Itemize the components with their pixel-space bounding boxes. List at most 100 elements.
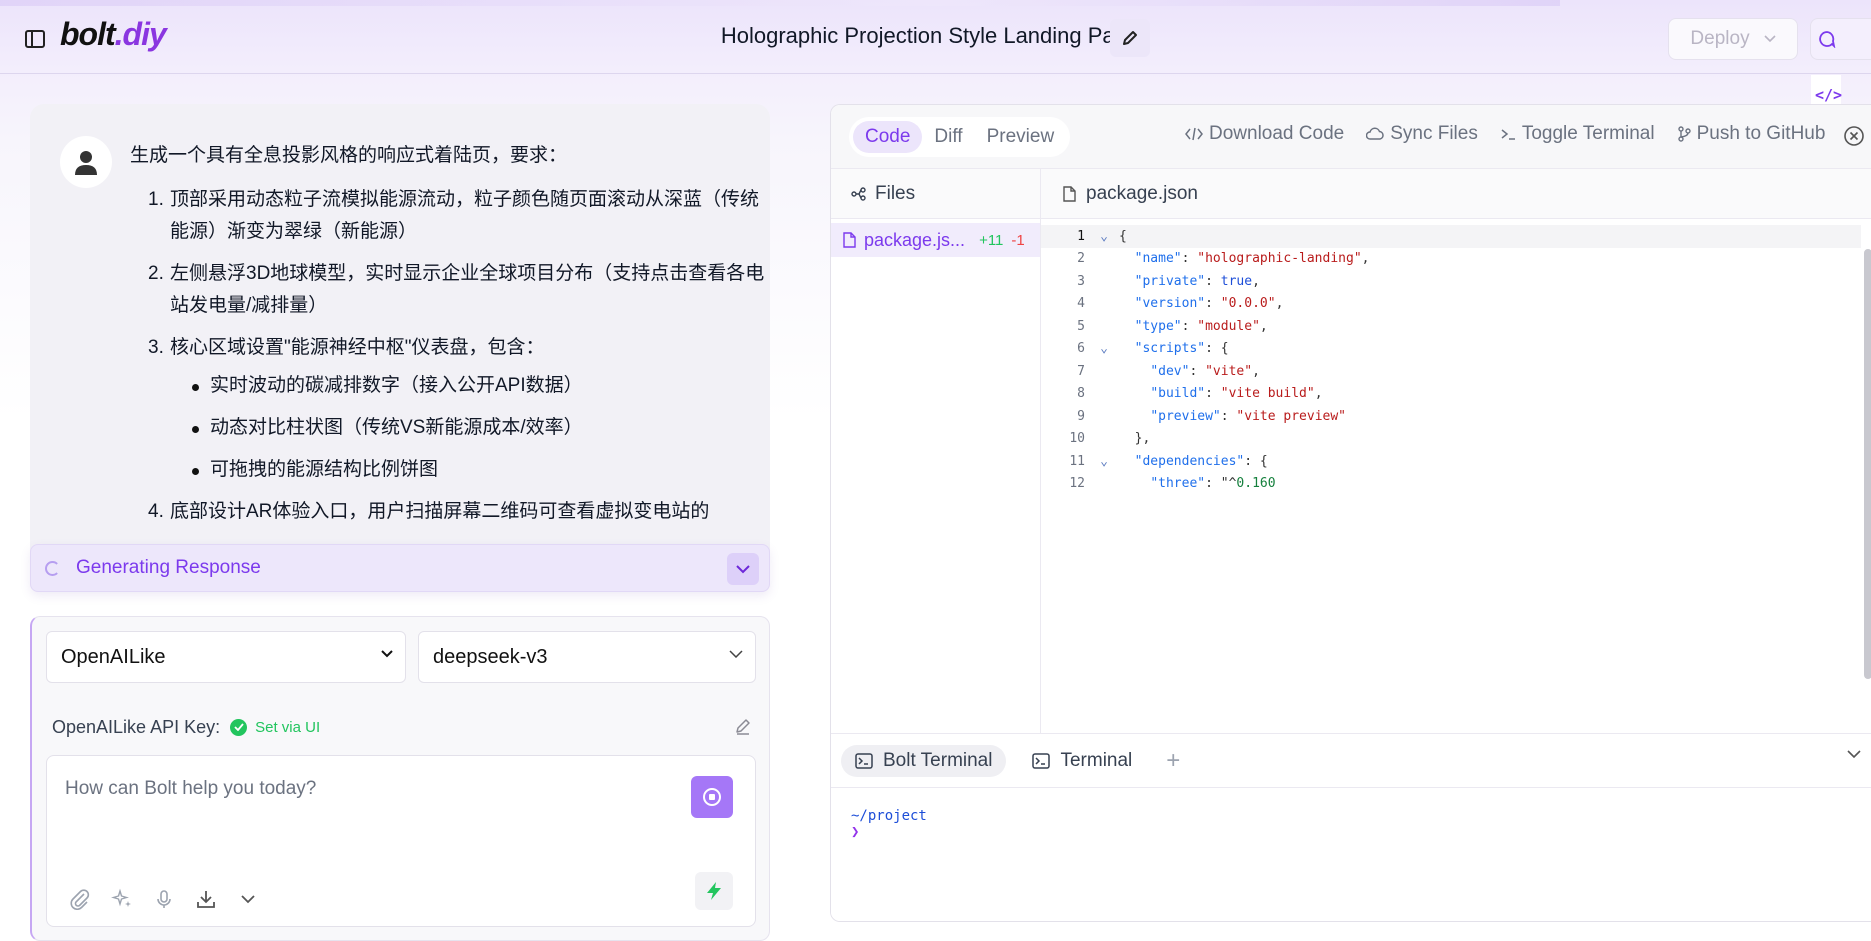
editor-scrollbar[interactable] [1864, 229, 1871, 729]
code-icon [1185, 127, 1203, 141]
import-chat-button[interactable] [195, 888, 217, 910]
prompt-toolbar [69, 888, 259, 910]
stop-circle-icon [703, 788, 721, 806]
list-item: 4. 底部设计AR体验入口，用户扫描屏幕二维码可查看虚拟变电站的 [148, 496, 770, 528]
code-line: 5 "type": "module", [1041, 315, 1861, 338]
toggle-terminal-label: Toggle Terminal [1521, 123, 1655, 144]
chevron-down-icon [241, 895, 255, 904]
terminal-prompt: ❯ [851, 824, 860, 840]
terminal-label: Terminal [1060, 749, 1133, 771]
terminal-output[interactable]: ~/project ❯ [831, 788, 1871, 840]
chat-toggle-button[interactable] [1811, 19, 1843, 59]
scrollbar-thumb[interactable] [1864, 249, 1871, 679]
more-options-button[interactable] [237, 888, 259, 910]
pencil-icon [1123, 31, 1137, 45]
code-content[interactable]: 1 ⌄{ 2 "name": "holographic-landing", 3 "… [1041, 225, 1861, 495]
code-line: 6 ⌄ "scripts": { [1041, 338, 1861, 361]
code-line: 10 }, [1041, 428, 1861, 451]
tab-bolt-terminal[interactable]: Bolt Terminal [841, 744, 1007, 777]
voice-input-button[interactable] [153, 888, 175, 910]
stop-generation-button[interactable] [691, 776, 733, 818]
file-icon [1063, 185, 1076, 202]
generating-status-text: Generating Response [76, 557, 261, 578]
line-number: 7 [1077, 363, 1085, 379]
tab-preview[interactable]: Preview [975, 121, 1067, 153]
file-deletions-badge: -1 [1011, 231, 1025, 249]
terminal-path: ~/project [851, 808, 927, 824]
workbench-panel: Code Diff Preview Download Code Sync Fil… [830, 104, 1871, 922]
file-name: package.js... [864, 229, 966, 250]
chat-bubble-icon [1819, 31, 1836, 48]
lightning-bolt-icon [707, 882, 721, 900]
requirements-list: 1. 顶部采用动态粒子流模拟能源流动，粒子颜色随页面滚动从深蓝（传统能源）渐变为翠… [130, 184, 770, 528]
list-number: 3. [148, 337, 164, 358]
user-icon [75, 151, 97, 175]
collapse-terminal-button[interactable] [1847, 750, 1861, 759]
attach-file-button[interactable] [69, 888, 91, 910]
terminal-panel: Bolt Terminal Terminal + ~/project ❯ [831, 733, 1871, 921]
api-key-status-text: Set via UI [255, 718, 321, 736]
files-label: Files [875, 182, 916, 204]
fold-chevron-icon[interactable]: ⌄ [1089, 229, 1119, 244]
code-line: 7 "dev": "vite", [1041, 360, 1861, 383]
line-number: 10 [1069, 431, 1085, 447]
code-editor-panel: package.json 1 ⌄{ 2 "name": "holographic-… [1041, 169, 1871, 733]
file-tree-icon [851, 186, 866, 201]
add-terminal-button[interactable]: + [1158, 747, 1188, 775]
line-number: 4 [1077, 296, 1085, 312]
generating-status-bar: Generating Response [30, 544, 770, 592]
push-to-github-button[interactable]: Push to GitHub [1677, 123, 1826, 145]
edit-api-key-button[interactable] [734, 717, 752, 735]
prompt-panel: OpenAILike deepseek-v3 OpenAILike API Ke… [30, 616, 770, 941]
sparkles-icon [111, 888, 131, 907]
chevron-down-icon [1847, 750, 1861, 759]
chevron-down-icon [736, 564, 750, 573]
sync-files-button[interactable]: Sync Files [1366, 123, 1478, 145]
model-select[interactable]: deepseek-v3 [418, 631, 756, 683]
api-key-label: OpenAILike API Key: [52, 716, 221, 737]
line-number: 12 [1069, 476, 1085, 492]
sidebar-toggle-icon[interactable] [24, 28, 46, 50]
code-brackets-icon: </> [1815, 86, 1843, 104]
tab-diff[interactable]: Diff [922, 121, 974, 153]
terminal-icon [1501, 129, 1515, 140]
tab-terminal[interactable]: Terminal [1018, 745, 1146, 777]
list-number: 1. [148, 189, 164, 210]
files-header: Files [831, 169, 1040, 219]
list-item-text: 底部设计AR体验入口，用户扫描屏幕二维码可查看虚拟变电站的 [170, 501, 710, 522]
enhance-prompt-button[interactable] [111, 888, 133, 910]
progress-expand-button[interactable] [727, 553, 759, 585]
download-code-button[interactable]: Download Code [1185, 123, 1344, 145]
quick-action-button[interactable] [695, 872, 733, 910]
provider-select[interactable]: OpenAILike [46, 631, 406, 683]
deploy-button[interactable]: Deploy [1668, 18, 1798, 60]
toggle-terminal-button[interactable]: Toggle Terminal [1500, 123, 1655, 145]
bolt-logo[interactable]: bolt.diy [60, 16, 167, 53]
editor-file-tab[interactable]: package.json [1041, 169, 1871, 219]
bolt-terminal-label: Bolt Terminal [883, 749, 993, 771]
code-line: 2 "name": "holographic-landing", [1041, 248, 1861, 271]
code-line: 1 ⌄{ [1041, 225, 1861, 248]
editor-file-name: package.json [1086, 182, 1198, 204]
fold-chevron-icon[interactable]: ⌄ [1089, 454, 1119, 469]
user-message: 生成一个具有全息投影风格的响应式着陆页，要求： 1. 顶部采用动态粒子流模拟能源流… [130, 140, 770, 538]
close-workbench-button[interactable] [1843, 125, 1867, 149]
list-item: 1. 顶部采用动态粒子流模拟能源流动，粒子颜色随页面滚动从深蓝（传统能源）渐变为翠… [148, 184, 770, 248]
list-item: 2. 左侧悬浮3D地球模型，实时显示企业全球项目分布（支持点击查看各电站发电量/减… [148, 258, 770, 322]
download-icon [197, 891, 215, 908]
list-number: 2. [148, 263, 164, 284]
file-tree-item[interactable]: package.js... +11 -1 [831, 223, 1040, 257]
download-code-label: Download Code [1209, 123, 1345, 144]
fold-chevron-icon[interactable]: ⌄ [1089, 341, 1119, 356]
line-number: 3 [1077, 273, 1085, 289]
workbench-actions: Download Code Sync Files Toggle Terminal… [1185, 123, 1825, 145]
sub-list-item: 动态对比柱状图（传统VS新能源成本/效率） [188, 412, 770, 444]
list-item-text: 核心区域设置"能源神经中枢"仪表盘，包含： [170, 337, 545, 358]
prompt-input[interactable] [47, 756, 647, 846]
terminal-icon [855, 752, 873, 769]
edit-title-button[interactable] [1110, 19, 1150, 57]
tab-code[interactable]: Code [853, 121, 923, 153]
microphone-icon [157, 890, 171, 908]
file-additions-badge: +11 [979, 231, 1004, 249]
push-to-github-label: Push to GitHub [1696, 123, 1826, 144]
